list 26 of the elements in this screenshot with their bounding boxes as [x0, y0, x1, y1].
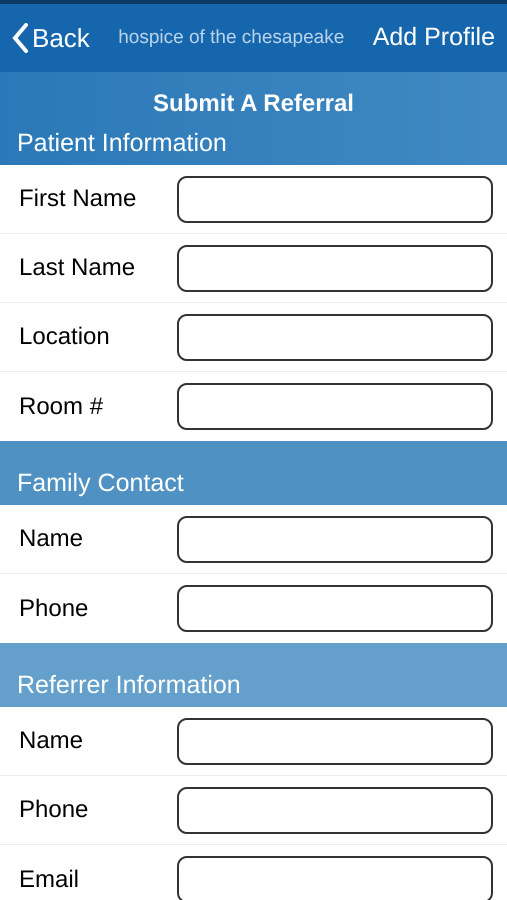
- add-profile-button[interactable]: Add Profile: [372, 19, 495, 57]
- input-field[interactable]: [177, 383, 493, 430]
- section-title: Patient Information: [16, 128, 228, 158]
- form-title: Submit A Referral: [152, 89, 355, 119]
- back-button[interactable]: Back: [12, 18, 90, 58]
- field-label: Last Name: [19, 253, 136, 283]
- section-title: Referrer Information: [16, 670, 242, 700]
- field-label: Phone: [19, 594, 90, 624]
- field-label: First Name: [19, 184, 138, 214]
- field-label: Name: [19, 726, 84, 756]
- chevron-left-icon: [12, 23, 28, 53]
- input-field[interactable]: [177, 176, 493, 222]
- input-field[interactable]: [177, 585, 493, 632]
- field-label: Location: [19, 322, 111, 352]
- input-field[interactable]: [177, 314, 493, 360]
- field-label: Name: [19, 524, 84, 554]
- field-label: Room #: [19, 392, 104, 422]
- section-title: Family Contact: [16, 468, 185, 498]
- input-field[interactable]: [177, 516, 493, 562]
- input-field[interactable]: [177, 856, 493, 900]
- input-field[interactable]: [177, 244, 493, 292]
- field-label: Email: [19, 864, 80, 894]
- brand-name: hospice of the chesapeake: [117, 26, 346, 50]
- input-field[interactable]: [177, 786, 493, 834]
- input-field[interactable]: [177, 718, 493, 764]
- field-label: Phone: [19, 795, 90, 825]
